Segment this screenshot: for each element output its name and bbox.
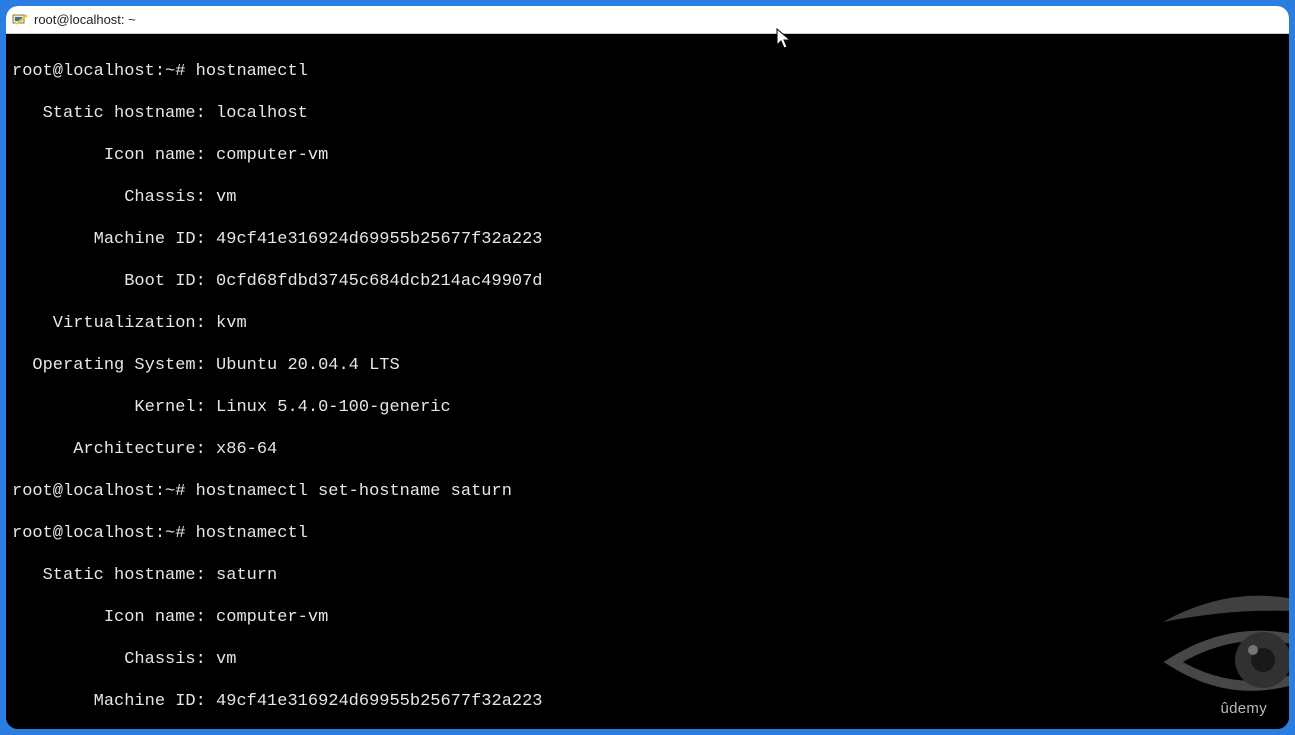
titlebar[interactable]: root@localhost: ~ — [6, 6, 1289, 34]
value-machine-id-2: 49cf41e316924d69955b25677f32a223 — [216, 692, 542, 711]
label-architecture: Architecture: — [12, 440, 206, 459]
label-machine-id-2: Machine ID: — [12, 692, 206, 711]
prompt: root@localhost:~# — [12, 524, 185, 543]
value-static-hostname-2: saturn — [216, 566, 277, 585]
terminal-body[interactable]: root@localhost:~# hostnamectl Static hos… — [6, 34, 1289, 729]
value-os: Ubuntu 20.04.4 LTS — [216, 356, 400, 375]
label-icon-name-2: Icon name: — [12, 608, 206, 627]
value-architecture: x86-64 — [216, 440, 277, 459]
value-boot-id: 0cfd68fdbd3745c684dcb214ac49907d — [216, 272, 542, 291]
value-chassis: vm — [216, 188, 236, 207]
label-boot-id: Boot ID: — [12, 272, 206, 291]
value-icon-name: computer-vm — [216, 146, 328, 165]
label-os: Operating System: — [12, 356, 206, 375]
putty-icon — [12, 12, 28, 28]
label-icon-name: Icon name: — [12, 146, 206, 165]
label-chassis: Chassis: — [12, 188, 206, 207]
cmd-hostnamectl-2: hostnamectl — [196, 524, 308, 543]
label-chassis-2: Chassis: — [12, 650, 206, 669]
value-kernel: Linux 5.4.0-100-generic — [216, 398, 451, 417]
label-kernel: Kernel: — [12, 398, 206, 417]
value-machine-id: 49cf41e316924d69955b25677f32a223 — [216, 230, 542, 249]
label-static-hostname: Static hostname: — [12, 104, 206, 123]
value-static-hostname: localhost — [216, 104, 308, 123]
prompt: root@localhost:~# — [12, 482, 185, 501]
terminal-window: root@localhost: ~ root@localhost:~# host… — [6, 6, 1289, 729]
cmd-hostnamectl-1: hostnamectl — [196, 62, 308, 81]
cmd-set-hostname: hostnamectl set-hostname saturn — [196, 482, 512, 501]
value-icon-name-2: computer-vm — [216, 608, 328, 627]
label-machine-id: Machine ID: — [12, 230, 206, 249]
app-frame: root@localhost: ~ root@localhost:~# host… — [6, 6, 1289, 729]
window-title: root@localhost: ~ — [34, 12, 136, 27]
value-virtualization: kvm — [216, 314, 247, 333]
prompt: root@localhost:~# — [12, 62, 185, 81]
eye-logo-icon — [1071, 571, 1271, 691]
value-chassis-2: vm — [216, 650, 236, 669]
label-virtualization: Virtualization: — [12, 314, 206, 333]
label-static-hostname-2: Static hostname: — [12, 566, 206, 585]
